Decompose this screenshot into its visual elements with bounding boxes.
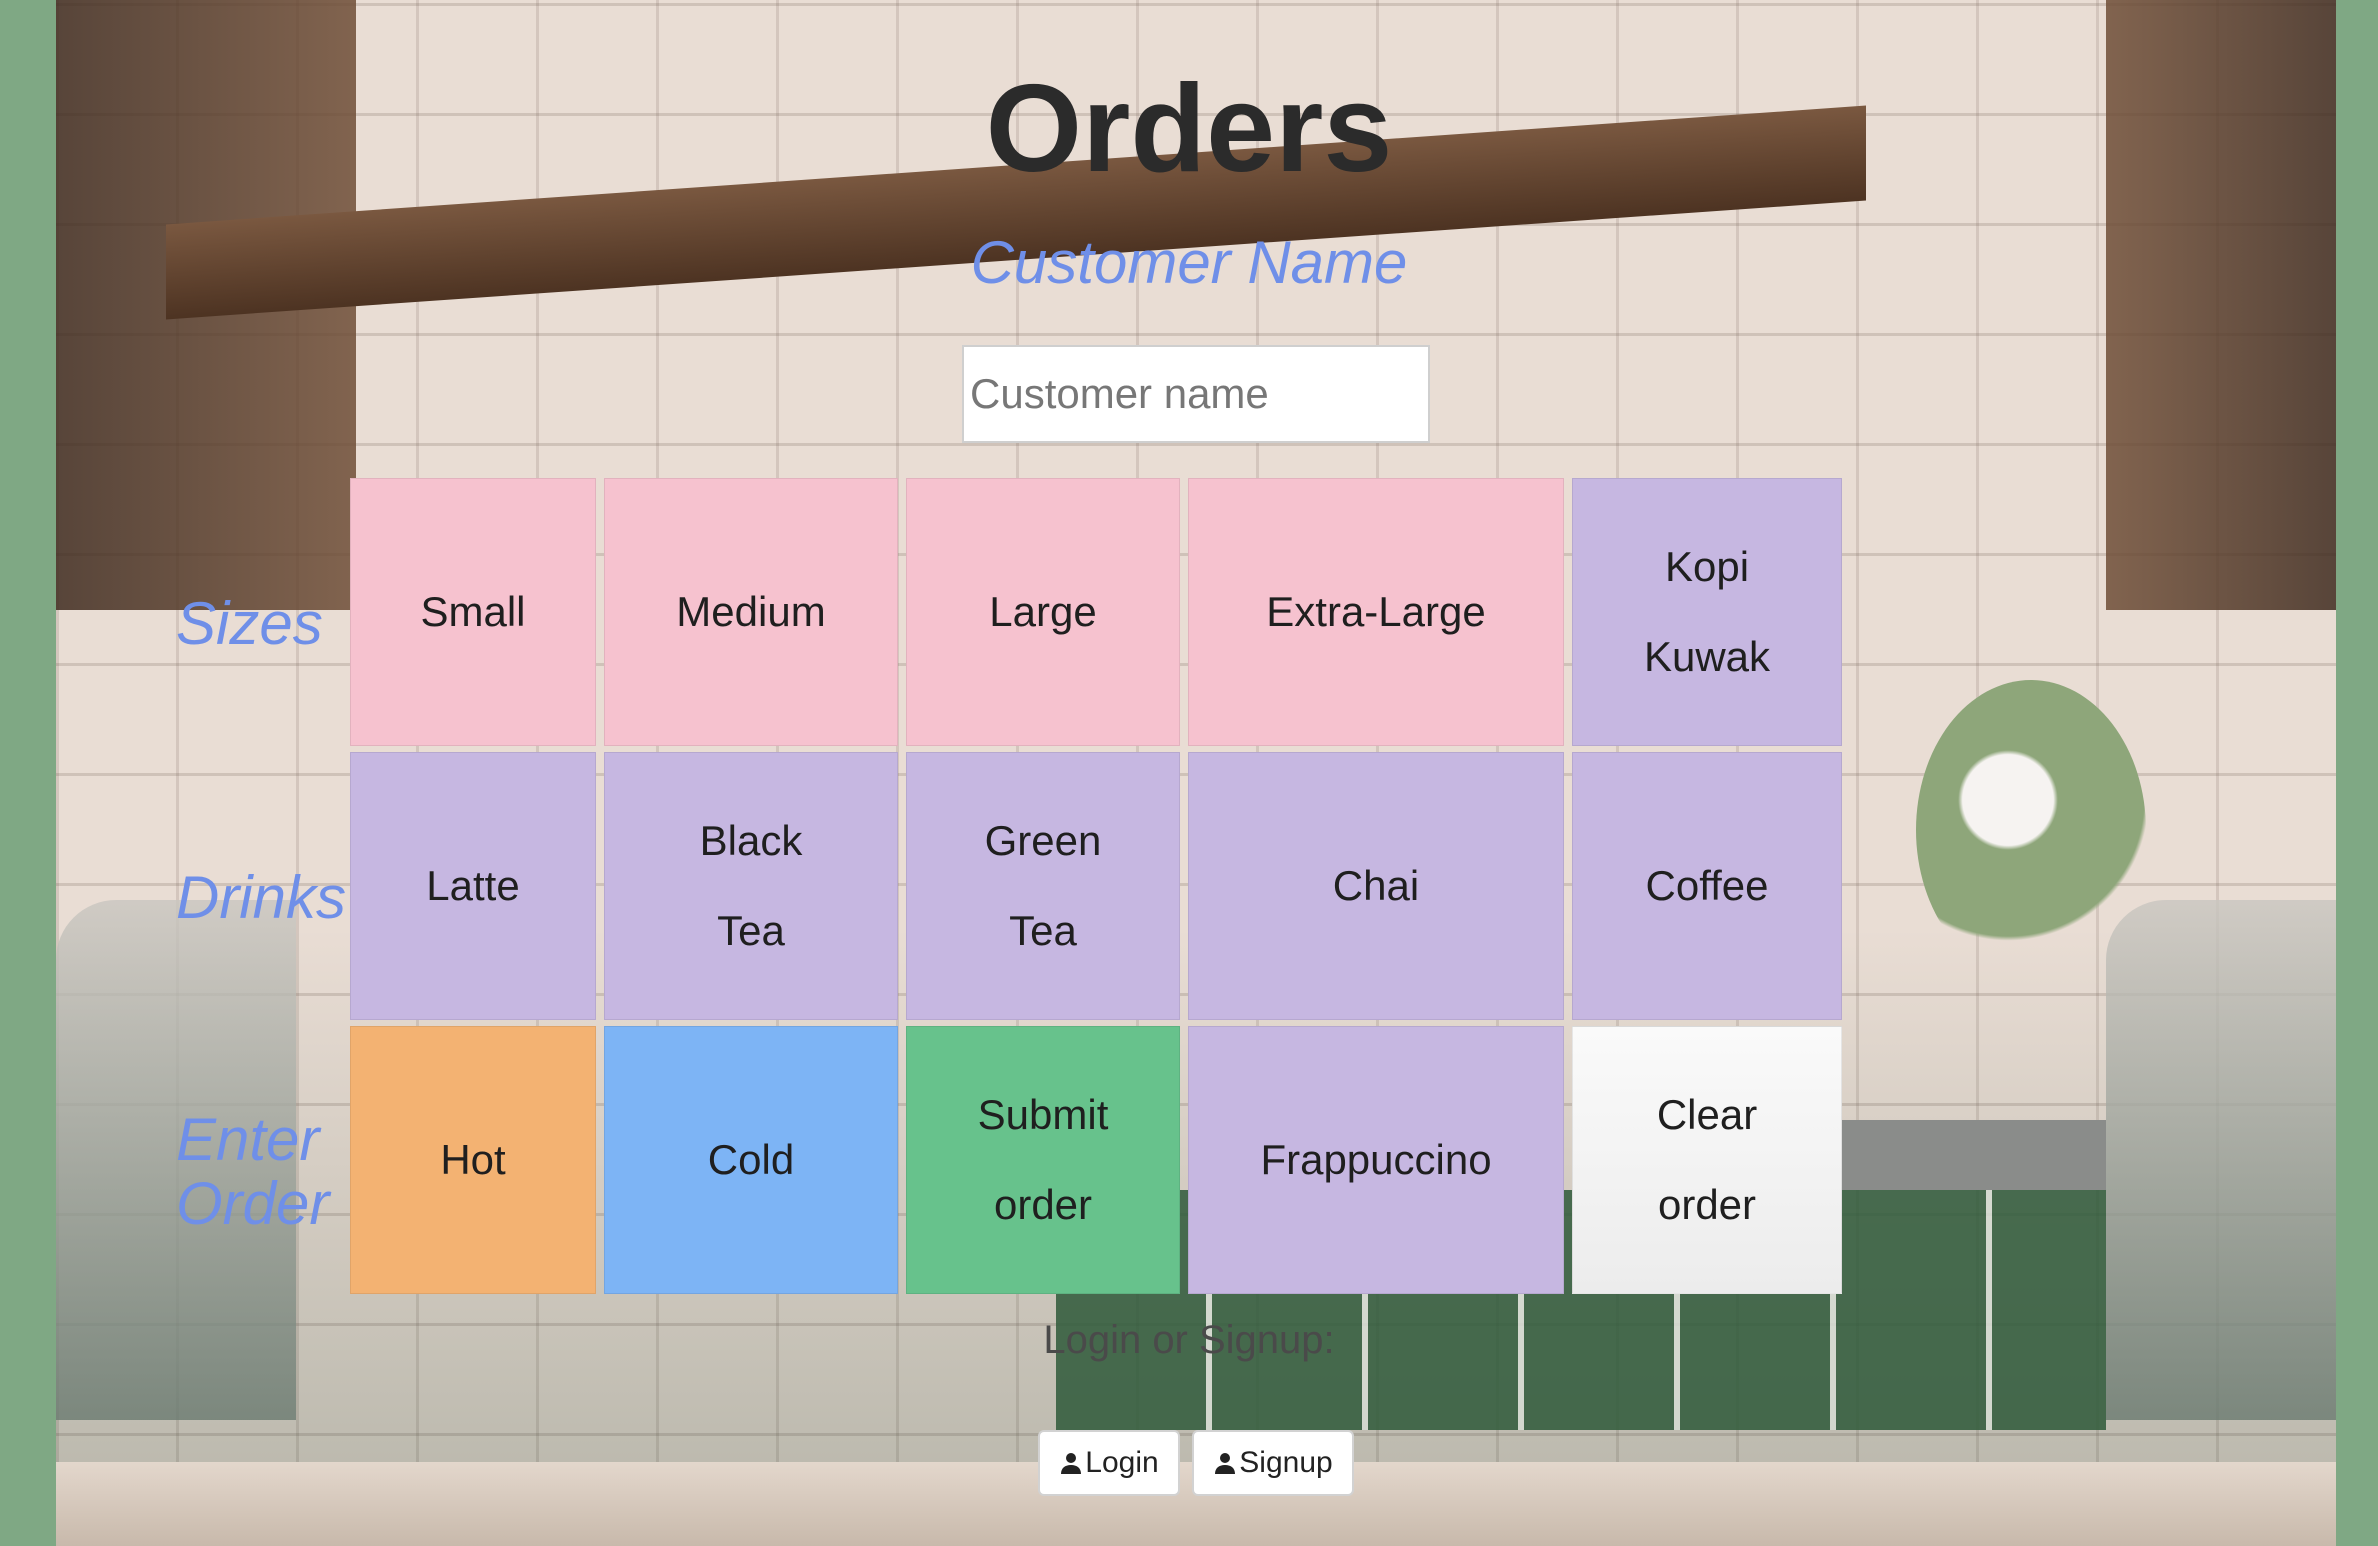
drink-kopi-kuwak-button[interactable]: Kopi Kuwak bbox=[1572, 478, 1842, 746]
drink-chai-label: Chai bbox=[1332, 862, 1420, 909]
drink-coffee-button[interactable]: Coffee bbox=[1572, 752, 1842, 1020]
signup-button[interactable]: Signup bbox=[1192, 1430, 1354, 1496]
clear-order-line2: order bbox=[1657, 1181, 1757, 1228]
row-label-sizes: Sizes bbox=[176, 590, 323, 657]
counter-decoration bbox=[1836, 1120, 2106, 1190]
size-large-button[interactable]: Large bbox=[906, 478, 1180, 746]
drink-green-tea-line1: Green bbox=[984, 817, 1102, 864]
drink-coffee-label: Coffee bbox=[1645, 862, 1769, 909]
drink-kopi-kuwak-line2: Kuwak bbox=[1643, 633, 1771, 680]
hot-label: Hot bbox=[440, 1136, 506, 1183]
drink-black-tea-line1: Black bbox=[699, 817, 803, 864]
drink-frappuccino-button[interactable]: Frappuccino bbox=[1188, 1026, 1564, 1294]
row-label-enter-order: Enter Order bbox=[176, 1108, 329, 1236]
submit-order-label: Submit order bbox=[978, 1070, 1109, 1250]
drink-black-tea-line2: Tea bbox=[717, 907, 785, 954]
submit-order-line2: order bbox=[993, 1181, 1093, 1228]
row-label-enter-order-line1: Enter bbox=[176, 1106, 320, 1173]
drink-green-tea-line2: Tea bbox=[1009, 907, 1077, 954]
drink-frappuccino-label: Frappuccino bbox=[1260, 1136, 1492, 1183]
submit-order-button[interactable]: Submit order bbox=[906, 1026, 1180, 1294]
page-title: Orders bbox=[985, 60, 1393, 198]
drink-chai-button[interactable]: Chai bbox=[1188, 752, 1564, 1020]
customer-name-input[interactable] bbox=[962, 345, 1430, 443]
drink-black-tea-button[interactable]: Black Tea bbox=[604, 752, 898, 1020]
drink-green-tea-label: Green Tea bbox=[985, 796, 1102, 976]
drink-green-tea-button[interactable]: Green Tea bbox=[906, 752, 1180, 1020]
customer-name-label: Customer Name bbox=[970, 229, 1408, 296]
row-label-drinks: Drinks bbox=[176, 864, 347, 931]
clear-order-button[interactable]: Clear order bbox=[1572, 1026, 1842, 1294]
login-button[interactable]: Login bbox=[1038, 1430, 1180, 1496]
cold-button[interactable]: Cold bbox=[604, 1026, 898, 1294]
size-large-label: Large bbox=[989, 588, 1097, 635]
login-signup-prompt: Login or Signup: bbox=[1043, 1318, 1335, 1362]
user-icon bbox=[1215, 1453, 1236, 1474]
size-small-label: Small bbox=[420, 588, 526, 635]
login-button-label: Login bbox=[1085, 1446, 1159, 1479]
size-small-button[interactable]: Small bbox=[350, 478, 596, 746]
flowers-decoration bbox=[1916, 680, 2146, 980]
size-extra-large-label: Extra-Large bbox=[1266, 588, 1486, 635]
drink-latte-label: Latte bbox=[426, 862, 520, 909]
drink-latte-button[interactable]: Latte bbox=[350, 752, 596, 1020]
drink-kopi-kuwak-label: Kopi Kuwak bbox=[1644, 522, 1770, 702]
hot-button[interactable]: Hot bbox=[350, 1026, 596, 1294]
drink-kopi-kuwak-line1: Kopi bbox=[1664, 543, 1750, 590]
size-extra-large-button[interactable]: Extra-Large bbox=[1188, 478, 1564, 746]
cold-label: Cold bbox=[707, 1136, 795, 1183]
size-medium-button[interactable]: Medium bbox=[604, 478, 898, 746]
drink-black-tea-label: Black Tea bbox=[700, 796, 803, 976]
user-icon bbox=[1061, 1453, 1082, 1474]
signup-button-label: Signup bbox=[1239, 1446, 1333, 1479]
size-medium-label: Medium bbox=[676, 588, 826, 635]
submit-order-line1: Submit bbox=[977, 1091, 1109, 1138]
row-label-enter-order-line2: Order bbox=[176, 1170, 330, 1237]
clear-order-label: Clear order bbox=[1657, 1070, 1757, 1250]
clear-order-line1: Clear bbox=[1656, 1091, 1758, 1138]
